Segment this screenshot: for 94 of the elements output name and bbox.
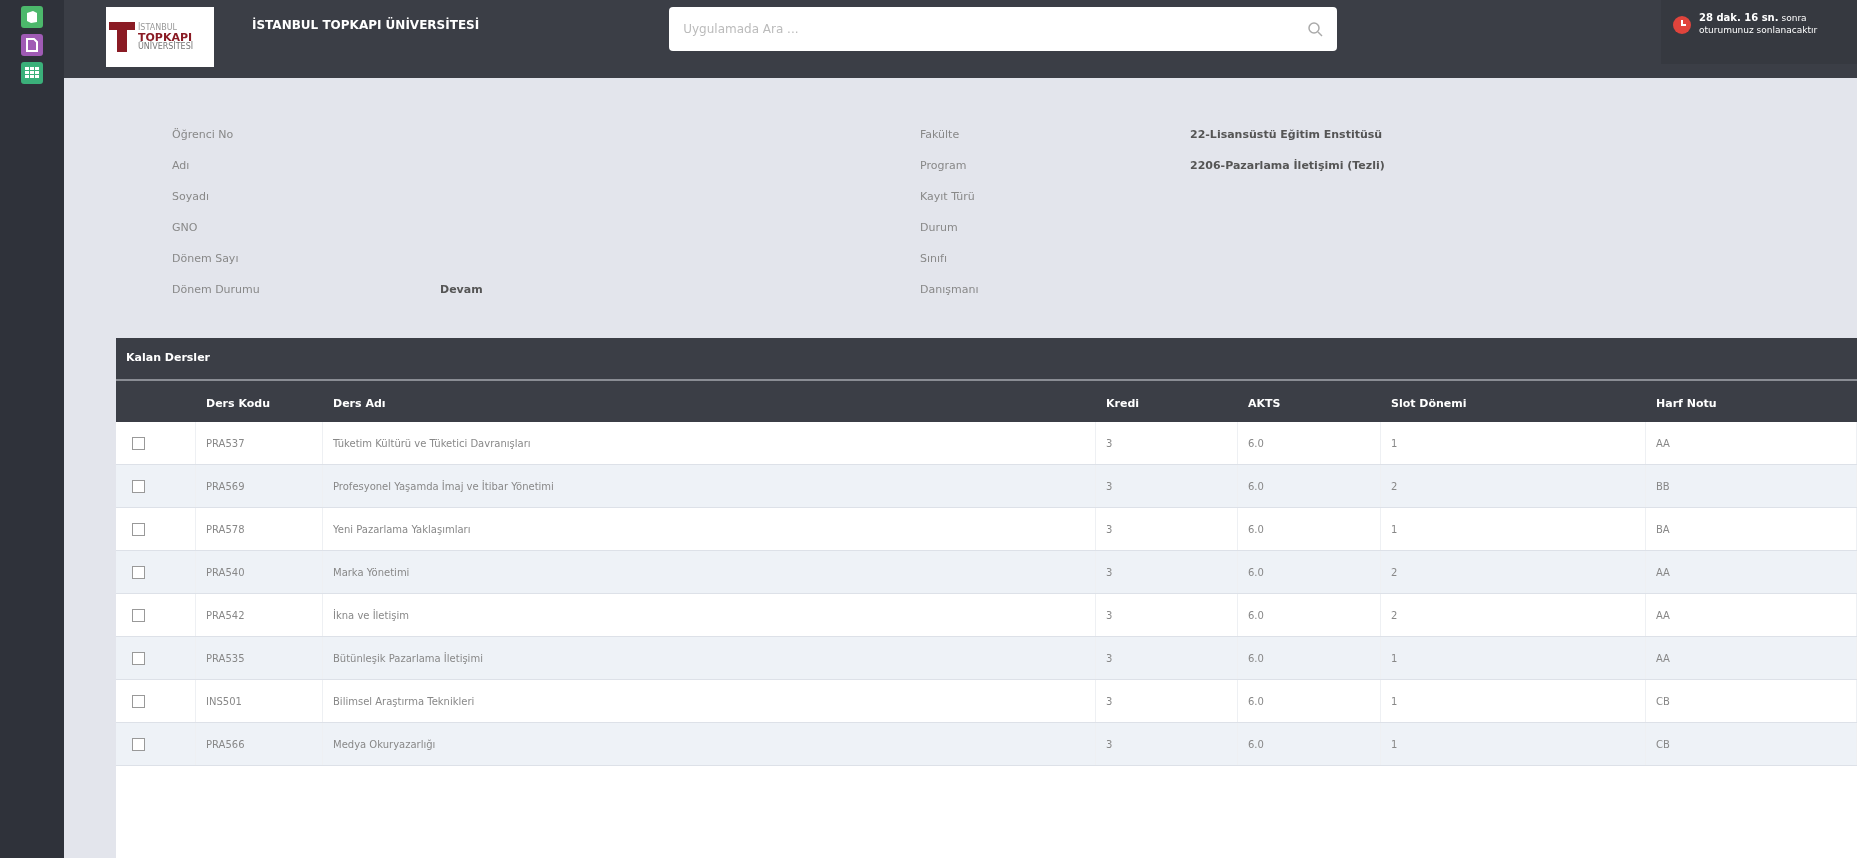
field-label: Durum: [920, 220, 959, 237]
search-field[interactable]: Uygulamada Ara ...: [669, 7, 1338, 51]
table-cell-text: 6.0: [1248, 651, 1264, 666]
table-cell-text: 6.0: [1248, 608, 1264, 623]
table-cell-text: AA: [1656, 608, 1670, 623]
field-label: Sınıfı: [920, 251, 948, 268]
column-header: Harf Notu: [1656, 396, 1717, 410]
table-cell-text: 3: [1106, 694, 1113, 709]
table-cell-text: 3: [1106, 436, 1113, 451]
row-checkbox[interactable]: [132, 651, 145, 665]
logo-small-text: İSTANBUL: [138, 23, 178, 32]
table-cell-text: 2: [1391, 608, 1398, 623]
table-cell-text: Medya Okuryazarlığı: [333, 737, 436, 752]
session-time-suffix: sonra: [1781, 13, 1807, 25]
field-label: GNO: [172, 220, 199, 237]
table-cell-text: PRA569: [206, 479, 245, 494]
field-label: Program: [920, 158, 968, 175]
table-cell-text: AA: [1656, 651, 1670, 666]
row-checkbox[interactable]: [132, 522, 145, 536]
table-cell-text: 3: [1106, 522, 1113, 537]
logo-name: TOPKAPI: [138, 31, 194, 43]
table-cell-text: Marka Yönetimi: [333, 565, 410, 580]
table-cell-text: BB: [1656, 479, 1670, 494]
field-label: Fakülte: [920, 127, 961, 144]
table-cell-text: 1: [1391, 522, 1398, 537]
search-icon: [1307, 21, 1324, 37]
table-cell-text: AA: [1656, 565, 1670, 580]
table-cell-text: 6.0: [1248, 479, 1264, 494]
column-header: Kredi: [1106, 396, 1140, 410]
logo-mark-icon: [109, 22, 135, 52]
field-label: Öğrenci No: [172, 127, 235, 144]
table-cell-text: Tüketim Kültürü ve Tüketici Davranışları: [333, 436, 531, 451]
clock-icon: [1673, 16, 1691, 34]
table-cell-text: CB: [1656, 694, 1670, 709]
column-header: Ders Adı: [333, 396, 386, 410]
field-label: Kayıt Türü: [920, 189, 976, 206]
table-cell-text: 3: [1106, 479, 1113, 494]
logo-subtitle: ÜNİVERSİTESİ: [138, 42, 194, 51]
session-time: 28 dak. 16 sn.: [1699, 12, 1779, 25]
column-header: Slot Dönemi: [1391, 396, 1467, 410]
table-cell-text: 2: [1391, 565, 1398, 580]
sidebar-button[interactable]: [21, 62, 43, 84]
field-label: Dönem Sayı: [172, 251, 240, 268]
row-checkbox[interactable]: [132, 608, 145, 622]
column-header: AKTS: [1248, 396, 1281, 410]
table-cell-text: 1: [1391, 737, 1398, 752]
table-cell-text: Yeni Pazarlama Yaklaşımları: [333, 522, 471, 537]
table-cell-text: AA: [1656, 436, 1670, 451]
table-cell-text: 1: [1391, 651, 1398, 666]
document-icon: [26, 38, 38, 52]
table-cell-text: 2: [1391, 479, 1398, 494]
column-header: Ders Kodu: [206, 396, 270, 410]
table-cell-text: INS501: [206, 694, 242, 709]
table-cell-text: 6.0: [1248, 436, 1264, 451]
panel-title: Kalan Dersler: [126, 350, 211, 367]
row-checkbox[interactable]: [132, 737, 145, 751]
university-title: İSTANBUL TOPKAPI ÜNİVERSİTESİ: [252, 16, 480, 34]
table-cell-text: Bütünleşik Pazarlama İletişimi: [333, 651, 483, 666]
table-cell-text: BA: [1656, 522, 1670, 537]
table-cell-text: 6.0: [1248, 737, 1264, 752]
field-label: Soyadı: [172, 189, 210, 206]
session-message: oturumunuz sonlanacaktır: [1699, 24, 1818, 36]
table-cell-text: 6.0: [1248, 522, 1264, 537]
table-cell-text: 3: [1106, 608, 1113, 623]
table-cell-text: PRA540: [206, 565, 245, 580]
field-label: Danışmanı: [920, 282, 980, 299]
row-checkbox[interactable]: [132, 479, 145, 493]
field-value: 22-Lisansüstü Eğitim Enstitüsü: [1190, 127, 1383, 144]
table-cell-text: PRA542: [206, 608, 245, 623]
table-cell-text: PRA537: [206, 436, 245, 451]
field-value: 2206-Pazarlama İletişimi (Tezli): [1190, 158, 1385, 175]
sidebar-button[interactable]: [21, 6, 43, 28]
row-checkbox[interactable]: [132, 436, 145, 450]
table-cell-text: 1: [1391, 436, 1398, 451]
table-cell-text: 3: [1106, 651, 1113, 666]
table-cell-text: 3: [1106, 565, 1113, 580]
table-cell-text: İkna ve İletişim: [333, 608, 409, 623]
grid-icon: [25, 67, 39, 79]
table-cell-text: PRA578: [206, 522, 245, 537]
field-value: Devam: [440, 282, 483, 299]
field-label: Adı: [172, 158, 191, 175]
table-cell-text: PRA566: [206, 737, 245, 752]
table-cell-text: 1: [1391, 694, 1398, 709]
table-cell-text: 6.0: [1248, 694, 1264, 709]
table-cell-text: CB: [1656, 737, 1670, 752]
sidebar-button[interactable]: [21, 34, 43, 56]
table-cell-text: PRA535: [206, 651, 245, 666]
row-checkbox[interactable]: [132, 565, 145, 579]
table-cell-text: 6.0: [1248, 565, 1264, 580]
table-cell-text: 3: [1106, 737, 1113, 752]
table-cell-text: Bilimsel Araştırma Teknikleri: [333, 694, 475, 709]
field-label: Dönem Durumu: [172, 282, 261, 299]
row-checkbox[interactable]: [132, 694, 145, 708]
table-cell-text: Profesyonel Yaşamda İmaj ve İtibar Yönetimi: [333, 479, 554, 494]
